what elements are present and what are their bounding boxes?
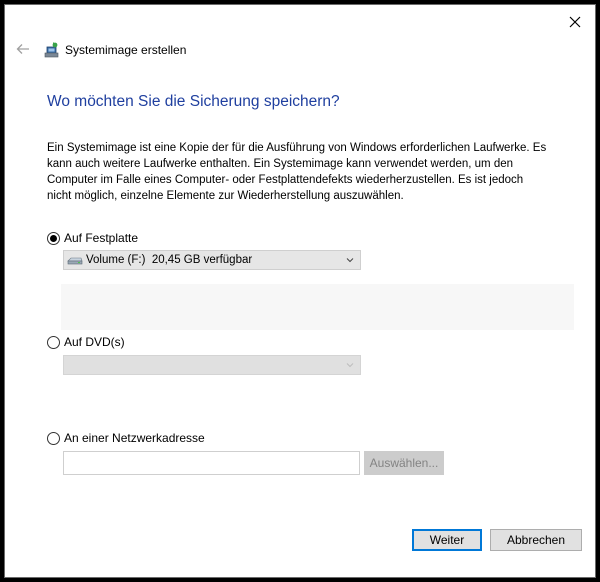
footer: Weiter Abbrechen [5, 529, 595, 577]
harddisk-dropdown-value: Volume (F:) 20,45 GB verfügbar [86, 254, 253, 266]
radio-dvd-label: Auf DVD(s) [64, 335, 125, 349]
window-title: Systemimage erstellen [65, 43, 187, 57]
drive-icon [67, 257, 83, 265]
close-button[interactable] [563, 11, 587, 33]
page-heading: Wo möchten Sie die Sicherung speichern? [47, 93, 340, 110]
radio-circle-selected [47, 231, 60, 245]
info-area [61, 284, 574, 330]
radio-circle [47, 431, 60, 445]
dialog-window: Systemimage erstellen Wo möchten Sie die… [4, 4, 596, 578]
chevron-down-icon [346, 258, 354, 263]
cancel-button[interactable]: Abbrechen [490, 529, 582, 551]
chevron-down-icon [346, 363, 354, 368]
radio-dvd[interactable]: Auf DVD(s) [47, 335, 125, 349]
network-path-input[interactable] [63, 451, 360, 475]
radio-harddisk[interactable]: Auf Festplatte [47, 231, 138, 245]
radio-harddisk-label: Auf Festplatte [64, 231, 139, 245]
description-text: Ein Systemimage ist eine Kopie der für d… [47, 142, 547, 202]
radio-network-label: An einer Netzwerkadresse [64, 431, 205, 445]
harddisk-dropdown[interactable]: Volume (F:) 20,45 GB verfügbar [63, 250, 361, 270]
dvd-dropdown[interactable] [63, 355, 361, 375]
backup-icon [44, 42, 59, 58]
back-button[interactable] [15, 41, 31, 57]
close-icon [569, 16, 581, 28]
next-button[interactable]: Weiter [412, 529, 482, 551]
radio-circle [47, 335, 60, 349]
radio-network[interactable]: An einer Netzwerkadresse [47, 431, 205, 445]
browse-button[interactable]: Auswählen... [364, 451, 444, 475]
back-arrow-icon [16, 44, 29, 54]
